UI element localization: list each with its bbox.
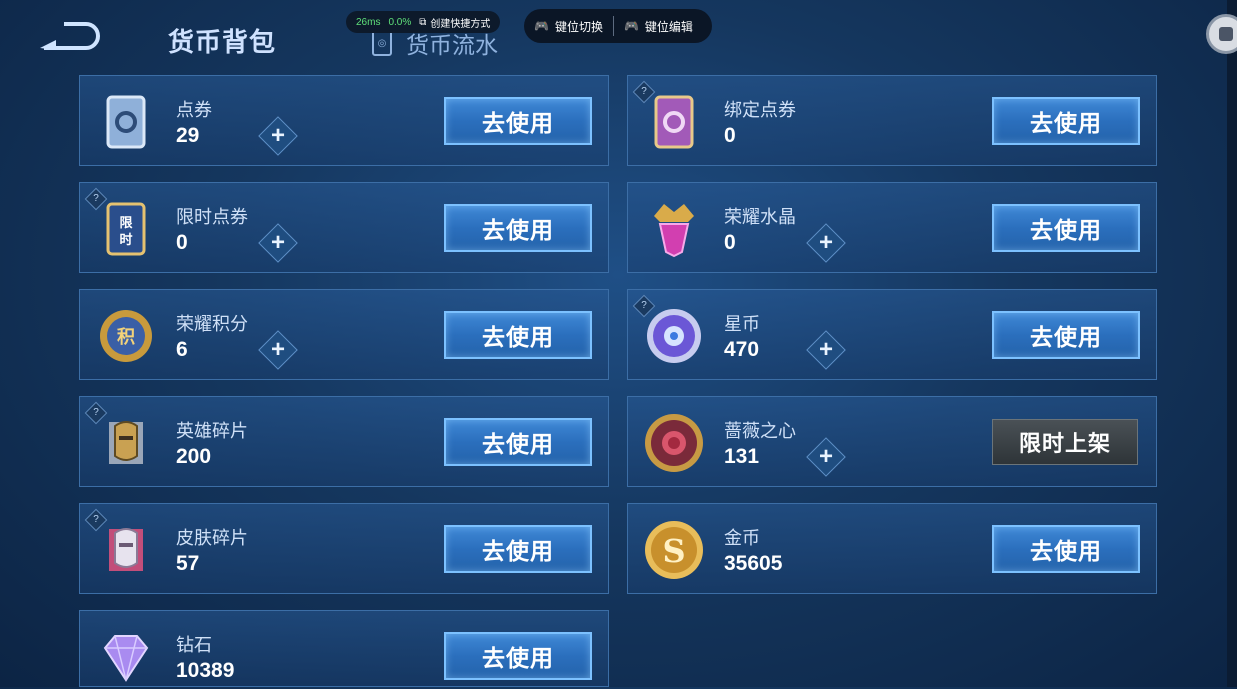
currency-card-skin-fragment: ? 皮肤碎片 57 去使用 [79, 503, 609, 594]
currency-value: 0 [176, 231, 188, 254]
key-edit-label: 键位编辑 [644, 19, 693, 34]
currency-value: 35605 [724, 552, 783, 575]
ticket-icon: ◎ [372, 30, 392, 56]
voucher-icon [94, 90, 158, 154]
create-shortcut-label: 创建快捷方式 [430, 18, 491, 30]
rose-heart-icon [642, 411, 706, 475]
currency-card-limited-voucher: ? 限时 限时点券 0 + 去使用 [79, 182, 609, 273]
currency-card-hero-fragment: ? 英雄碎片 200 去使用 [79, 396, 609, 487]
loss-readout: 0.0% [388, 16, 412, 28]
currency-value: 29 [176, 124, 200, 147]
currency-value: 131 [724, 445, 760, 468]
skin-fragment-icon [94, 518, 158, 582]
currency-card-glory-crystal: 荣耀水晶 0 + 去使用 [627, 182, 1157, 273]
key-switch-label: 键位切换 [554, 19, 603, 34]
use-button[interactable]: 去使用 [992, 97, 1140, 145]
key-edit-button[interactable]: 🎮 键位编辑 [614, 18, 703, 35]
add-button[interactable]: + [258, 330, 298, 370]
currency-name: 钻石 [176, 635, 212, 655]
use-button[interactable]: 去使用 [444, 204, 592, 252]
limited-release-button[interactable]: 限时上架 [992, 419, 1138, 465]
svg-text:时: 时 [119, 232, 132, 248]
use-button[interactable]: 去使用 [992, 311, 1140, 359]
currency-card-gold-coin: S 金币 35605 去使用 [627, 503, 1157, 594]
gold-coin-icon: S [642, 518, 706, 582]
currency-value: 200 [176, 445, 212, 468]
latency-readout: 26ms [356, 16, 381, 28]
add-button[interactable]: + [806, 437, 846, 477]
currency-value: 470 [724, 338, 760, 361]
currency-name: 点券 [176, 100, 212, 120]
currency-card-rose-heart: 蔷薇之心 131 + 限时上架 [627, 396, 1157, 487]
back-button[interactable] [38, 20, 100, 54]
currency-card-glory-points: 积 荣耀积分 6 + 去使用 [79, 289, 609, 380]
currency-name: 荣耀积分 [176, 314, 248, 334]
hero-fragment-icon [94, 411, 158, 475]
add-button[interactable]: + [806, 223, 846, 263]
use-button[interactable]: 去使用 [444, 632, 592, 680]
svg-text:限: 限 [119, 216, 133, 231]
add-button[interactable]: + [806, 330, 846, 370]
currency-value: 0 [724, 231, 736, 254]
svg-text:积: 积 [117, 327, 135, 348]
use-button[interactable]: 去使用 [992, 525, 1140, 573]
currency-name: 限时点券 [176, 207, 248, 227]
currency-name: 皮肤碎片 [176, 528, 248, 548]
bound-voucher-icon [642, 90, 706, 154]
currency-card-voucher: 点券 29 + 去使用 [79, 75, 609, 166]
gamepad-edit-icon: 🎮 [623, 19, 639, 33]
currency-name: 星币 [724, 314, 760, 334]
keymap-toolbar: 🎮 键位切换 🎮 键位编辑 [524, 9, 712, 43]
star-coin-icon [642, 304, 706, 368]
currency-name: 绑定点券 [724, 100, 796, 120]
limited-voucher-icon: 限时 [94, 197, 158, 261]
currency-name: 荣耀水晶 [724, 207, 796, 227]
currency-card-bound-voucher: ? 绑定点券 0 去使用 [627, 75, 1157, 166]
add-button[interactable]: + [258, 116, 298, 156]
key-switch-button[interactable]: 🎮 键位切换 [524, 18, 613, 35]
currency-value: 6 [176, 338, 188, 361]
create-shortcut-button[interactable]: ⧉ 创建快捷方式 [419, 15, 490, 30]
currency-name: 蔷薇之心 [724, 421, 796, 441]
svg-text:S: S [662, 532, 685, 570]
gamepad-icon: 🎮 [534, 19, 549, 33]
shortcut-icon: ⧉ [419, 16, 427, 28]
glory-points-icon: 积 [94, 304, 158, 368]
use-button[interactable]: 去使用 [992, 204, 1140, 252]
settings-button[interactable] [1206, 14, 1237, 54]
use-button[interactable]: 去使用 [444, 311, 592, 359]
window-edge [1227, 0, 1237, 687]
use-button[interactable]: 去使用 [444, 97, 592, 145]
glory-crystal-icon [642, 197, 706, 261]
currency-name: 金币 [724, 528, 760, 548]
performance-overlay: 26ms 0.0% ⧉ 创建快捷方式 [346, 11, 501, 33]
add-button[interactable]: + [258, 223, 298, 263]
currency-value: 0 [724, 124, 736, 147]
use-button[interactable]: 去使用 [444, 418, 592, 466]
currency-value: 57 [176, 552, 200, 575]
tab-currency-backpack[interactable]: 货币背包 [168, 22, 276, 59]
currency-name: 英雄碎片 [176, 421, 248, 441]
diamond-icon [94, 625, 158, 689]
use-button[interactable]: 去使用 [444, 525, 592, 573]
currency-value: 10389 [176, 659, 235, 682]
currency-card-star-coin: ? 星币 470 + 去使用 [627, 289, 1157, 380]
settings-icon [1219, 27, 1233, 41]
currency-card-diamond: 钻石 10389 去使用 [79, 610, 609, 687]
